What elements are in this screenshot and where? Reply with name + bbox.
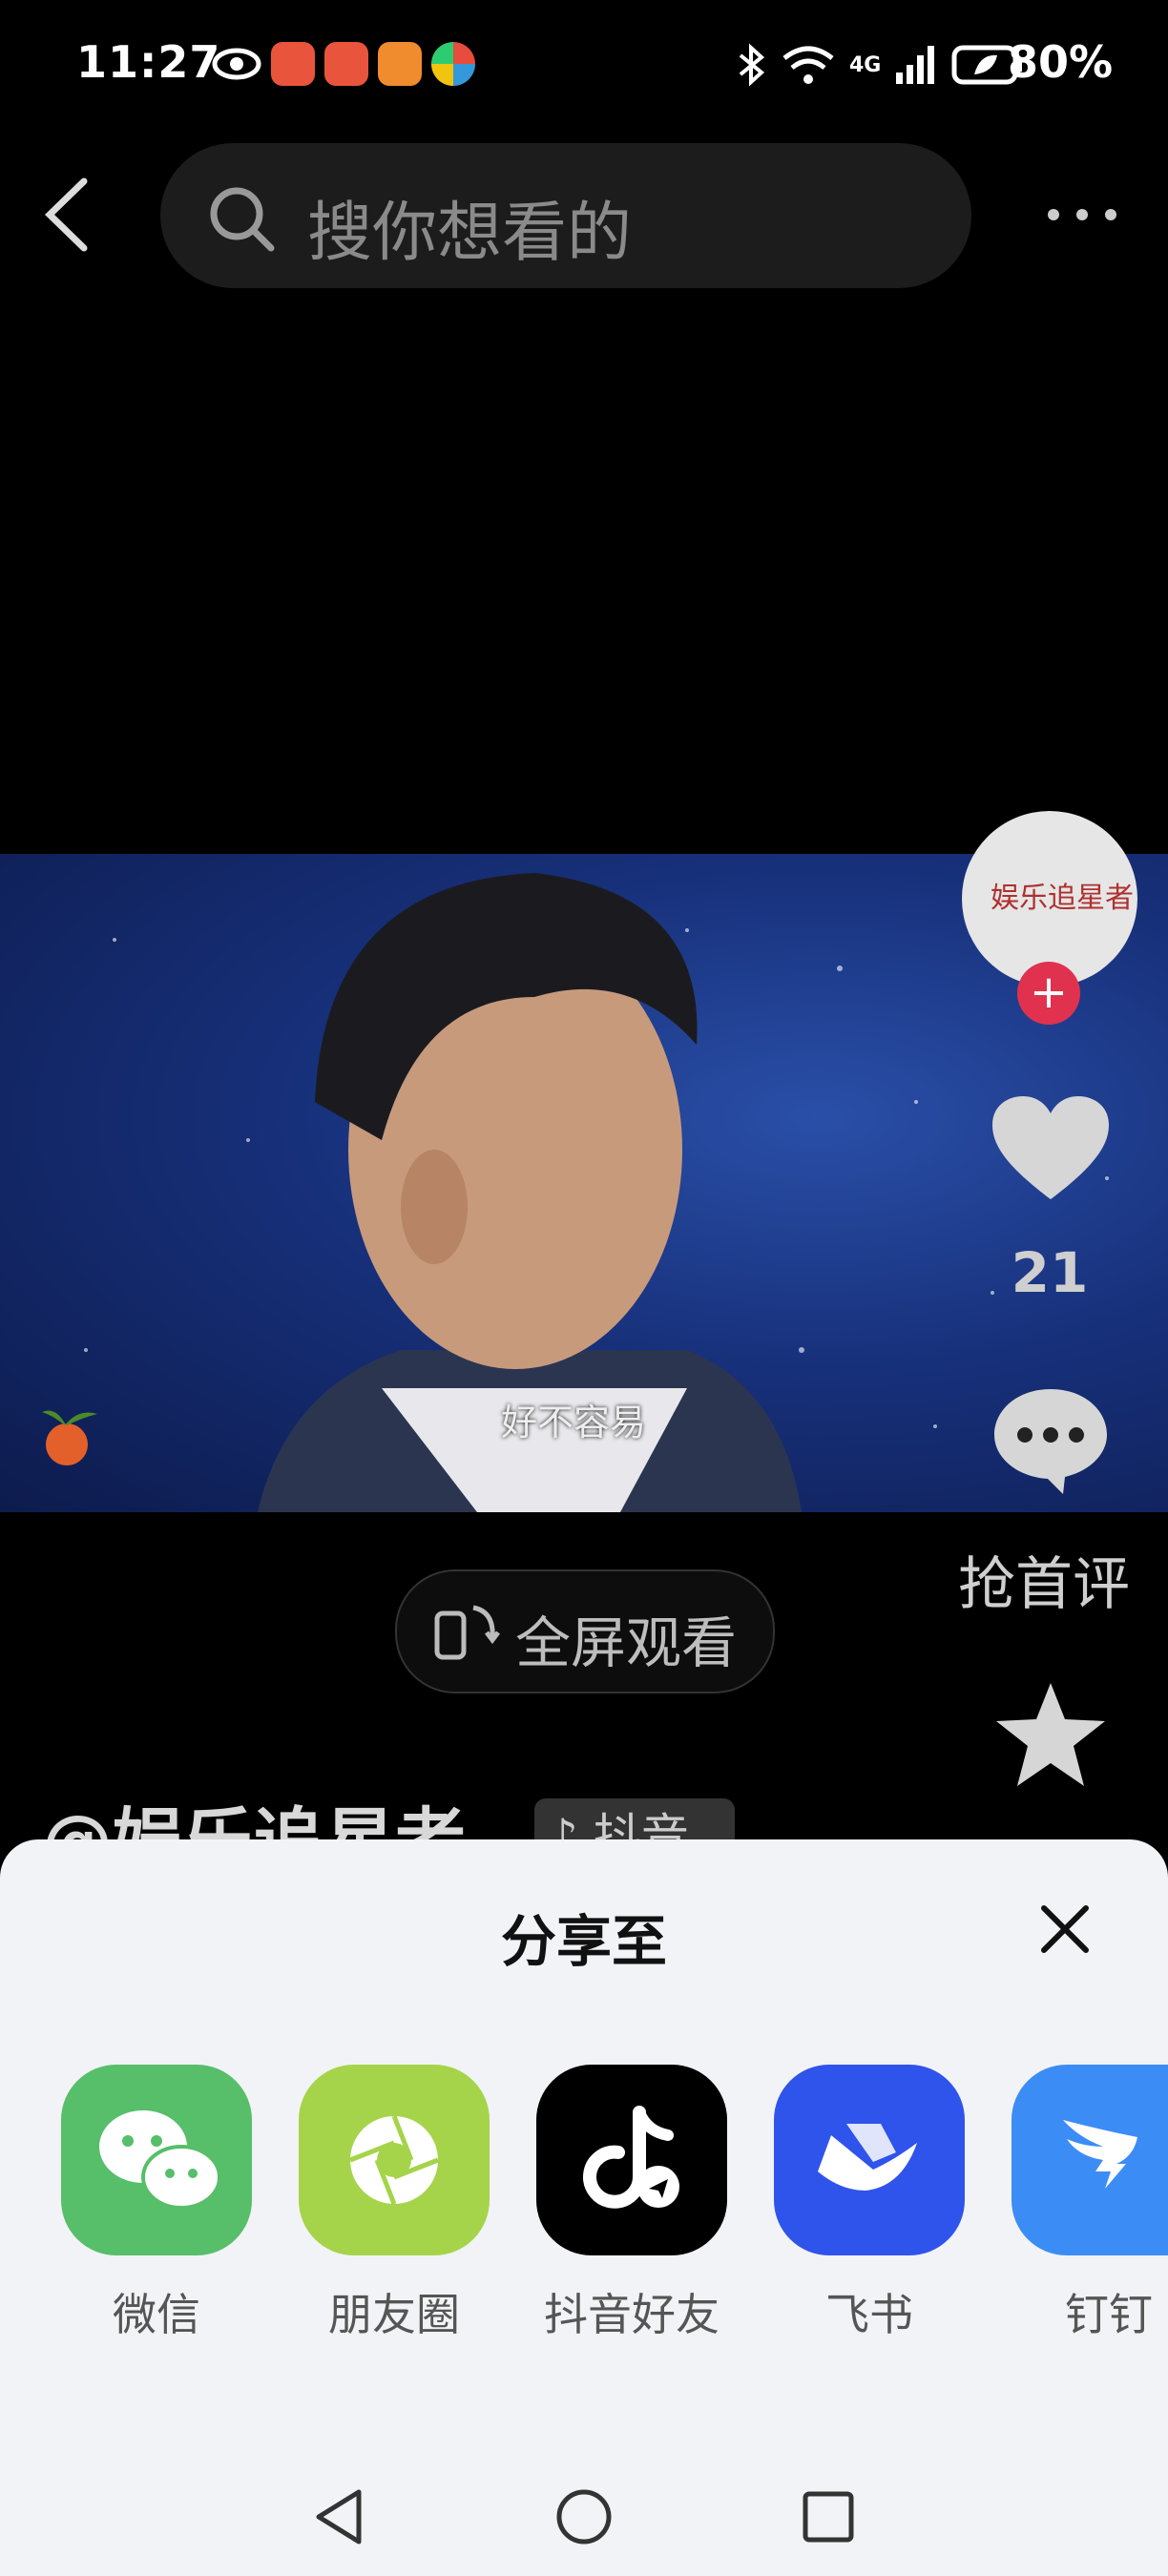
share-label: 钉钉 [1065,2289,1153,2340]
favorite-button[interactable] [992,1679,1109,1792]
follow-button[interactable]: + [1017,962,1080,1025]
more-button[interactable] [1040,196,1136,234]
system-icons: 4G [735,42,1024,88]
share-label: 朋友圈 [328,2289,460,2340]
wifi-icon [782,46,834,84]
like-button[interactable] [989,1092,1113,1207]
share-sheet-title: 分享至 [500,1909,667,1974]
feishu-icon [774,2065,965,2255]
share-douyin-friend[interactable]: 抖音好友 [536,2065,727,2343]
pinwheel-app-icon [431,42,475,86]
share-dingtalk[interactable]: 钉钉 [1012,2065,1168,2343]
persimmon-sticker-icon [36,1402,107,1469]
system-nav-bar [0,2462,1168,2576]
wechat-icon [61,2065,252,2255]
network-type: 4G [849,52,882,77]
nav-recents-icon[interactable] [800,2488,857,2545]
eye-icon [212,48,261,80]
video-subtitle: 好不容易 [501,1402,647,1444]
share-label: 抖音好友 [544,2289,720,2340]
share-moments[interactable]: 朋友圈 [299,2065,490,2343]
red-envelope-icon [271,42,315,86]
heart-icon [992,1096,1109,1199]
search-bar[interactable]: 搜你想看的 [160,143,971,288]
signal-icon [896,46,935,84]
share-feishu[interactable]: 飞书 [774,2065,965,2343]
clock: 11:27 [76,36,221,88]
comment-icon [994,1389,1107,1494]
chevron-left-icon [44,177,88,252]
avatar-logo-text: 娱乐追星者 [991,882,1134,915]
share-wechat[interactable]: 微信 [61,2065,252,2343]
bluetooth-icon [739,43,765,87]
search-input[interactable]: 搜你想看的 [307,179,632,274]
author-avatar[interactable]: 娱乐追星者 [962,811,1137,987]
share-label: 微信 [113,2289,200,2340]
fullscreen-label: 全屏观看 [515,1610,738,1675]
star-icon [996,1683,1105,1786]
comment-button[interactable] [989,1381,1113,1496]
like-count: 21 [1011,1240,1089,1305]
red-envelope-icon [324,42,368,86]
first-comment-label[interactable]: 抢首评 [958,1538,1130,1621]
moments-aperture-icon [299,2065,490,2255]
dingtalk-icon [1012,2065,1168,2255]
more-dots-icon [1048,209,1116,220]
nav-home-icon[interactable] [553,2486,615,2547]
close-icon [1041,1905,1089,1953]
share-label: 飞书 [825,2289,913,2340]
status-bar: 11:27 4G 80% [0,0,1168,134]
close-button[interactable] [1038,1902,1092,1956]
notification-icons [212,42,475,86]
fullscreen-button[interactable]: 全屏观看 [395,1569,775,1693]
back-button[interactable] [38,172,95,258]
search-icon [210,187,275,252]
rotate-screen-icon [434,1605,500,1660]
heart-app-icon [378,42,422,86]
nav-back-icon[interactable] [311,2486,368,2547]
douyin-friend-icon [536,2065,727,2255]
battery-percent: 80% [1008,36,1114,88]
